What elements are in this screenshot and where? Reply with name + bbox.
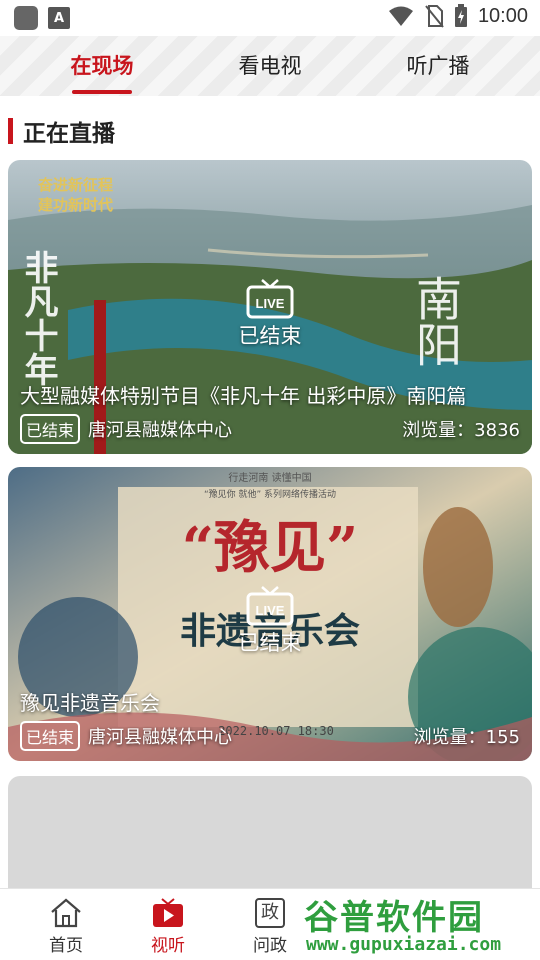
publisher-name: 唐河县融媒体中心 — [88, 727, 233, 748]
nav-video-label: 视听 — [151, 936, 185, 956]
card-footer: 已结束 唐河县融媒体中心 浏览量：155 — [20, 721, 520, 751]
video-icon — [153, 898, 183, 927]
live-label: LIVE — [256, 603, 285, 618]
nav-home[interactable]: 首页 — [36, 897, 96, 956]
clock: 10:00 — [477, 4, 528, 27]
live-card-nanyang[interactable]: 奋进新征程 建功新时代 非凡十年 南阳 LIVE 已结束 大型融媒体特别节目《非… — [8, 160, 532, 454]
ended-badge: 已结束 — [20, 721, 81, 751]
live-tv-icon: LIVE — [246, 279, 294, 319]
watermark-url: www.gupuxiazai.com — [306, 934, 502, 955]
wifi-icon — [388, 6, 413, 26]
view-count: 浏览量：3836 — [402, 420, 520, 441]
live-card-placeholder[interactable] — [8, 776, 532, 896]
card-status-text: 已结束 — [238, 631, 302, 655]
card-footer: 已结束 唐河县融媒体中心 浏览量：3836 — [20, 414, 520, 444]
poster-slogan-1: 奋进新征程 — [37, 176, 113, 194]
home-icon — [51, 898, 81, 928]
keyboard-a-icon: A — [48, 7, 70, 29]
card-status-text: 已结束 — [238, 324, 302, 348]
card-title: 大型融媒体特别节目《非凡十年 出彩中原》南阳篇 — [20, 384, 467, 408]
section-title: 正在直播 — [23, 121, 115, 147]
live-label: LIVE — [256, 296, 285, 311]
watermark-title: 谷普软件园 — [304, 898, 484, 938]
ended-badge: 已结束 — [20, 414, 81, 444]
poster-calligraphy: 非凡十年 — [18, 250, 58, 386]
no-sim-icon — [425, 5, 444, 28]
active-tab-indicator — [72, 90, 132, 94]
zheng-icon: 政 — [255, 898, 285, 928]
top-tab-bar: 在现场 看电视 听广播 — [0, 36, 540, 96]
live-card-music[interactable]: 行走河南 读懂中国 “豫见你 就他” 系列网络传播活动 “豫见” 非遗音乐会 2… — [8, 467, 532, 761]
nav-politics-label: 问政 — [253, 936, 287, 956]
poster-slogan: 行走河南 读懂中国 — [228, 471, 311, 484]
card-title: 豫见非遗音乐会 — [20, 691, 160, 715]
tab-on-site[interactable]: 在现场 — [32, 50, 172, 80]
section-header: 正在直播 — [8, 114, 115, 148]
battery-charging-icon — [454, 4, 467, 27]
view-count: 浏览量：155 — [413, 727, 520, 748]
poster-subtitle: “豫见你 就他” 系列网络传播活动 — [204, 488, 336, 500]
section-accent-bar — [8, 118, 13, 144]
poster-headline: “豫见” — [182, 515, 358, 581]
tab-listen-radio[interactable]: 听广播 — [368, 50, 508, 80]
nav-home-label: 首页 — [49, 936, 83, 956]
publisher-name: 唐河县融媒体中心 — [88, 420, 233, 441]
live-tv-icon: LIVE — [246, 586, 294, 626]
app-notification-icon — [14, 6, 38, 30]
status-bar: A 10:00 — [0, 0, 540, 36]
nav-politics[interactable]: 政 问政 — [240, 897, 300, 956]
poster-slogan-2: 建功新时代 — [38, 196, 113, 214]
watermark-logo: 谷普软件园 www.gupuxiazai.com — [304, 888, 540, 960]
tab-watch-tv[interactable]: 看电视 — [200, 50, 340, 80]
nav-video[interactable]: 视听 — [138, 897, 198, 956]
